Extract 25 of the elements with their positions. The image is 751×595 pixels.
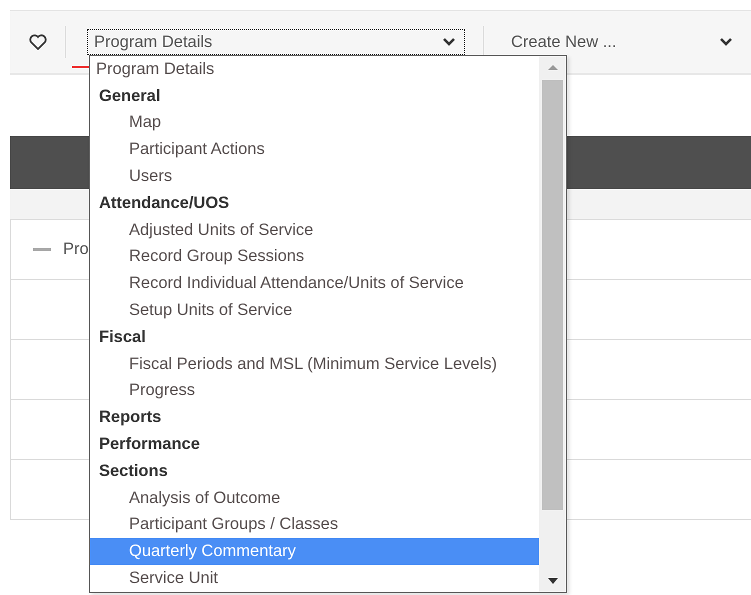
option-group-label: Reports [98, 407, 162, 428]
dropdown-option[interactable]: Record Individual Attendance/Units of Service [90, 270, 539, 298]
dropdown-option[interactable]: Fiscal Periods and MSL (Minimum Service Levels) [90, 350, 539, 378]
heart-icon [28, 34, 46, 50]
chevron-down-icon [719, 37, 733, 47]
panel-title: Pro [63, 240, 89, 259]
dropdown-option[interactable]: Map [90, 110, 539, 136]
dropdown-option[interactable]: Record Group Sessions [90, 244, 539, 270]
dropdown-option[interactable]: Analysis of Outcome [90, 484, 539, 512]
option-group-label: Performance [98, 434, 201, 456]
dropdown-option[interactable]: Program Details [90, 56, 539, 83]
option-group-label: Attendance/UOS [98, 192, 230, 214]
option-group-label: Sections [98, 460, 169, 482]
dropdown-option[interactable]: Setup Units of Service [90, 297, 539, 324]
chevron-down-icon [442, 37, 456, 47]
dropdown-option[interactable]: Adjusted Units of Service [90, 216, 539, 244]
dropdown-option[interactable]: Service Unit [90, 565, 539, 592]
dropdown-option[interactable]: Participant Groups / Classes [90, 512, 539, 538]
scrollbar-thumb[interactable] [542, 80, 563, 510]
dropdown-option[interactable]: Users [90, 163, 539, 190]
dropdown-option[interactable]: Participant Actions [90, 136, 539, 164]
option-group-label: Fiscal [98, 326, 147, 348]
dropdown-option[interactable]: Progress [90, 378, 539, 404]
option-group-label: General [98, 86, 162, 107]
create-new-select[interactable]: Create New ... [511, 29, 733, 55]
